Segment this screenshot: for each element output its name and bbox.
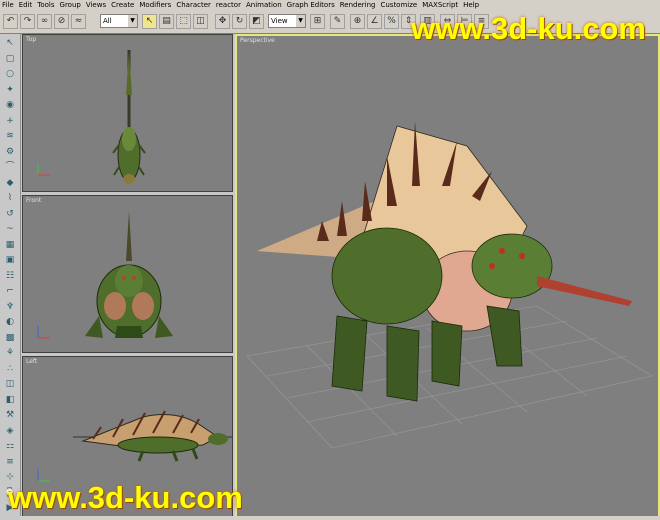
render-icon[interactable]: ◫ xyxy=(3,378,17,391)
angle-snap-icon[interactable]: ∠ xyxy=(367,14,382,29)
reference-coord-dropdown[interactable]: View ▼ xyxy=(268,14,306,28)
select-by-name-icon[interactable]: ▤ xyxy=(159,14,174,29)
modifier-icon[interactable]: ◆ xyxy=(3,177,17,190)
particle-icon[interactable]: ∴ xyxy=(3,363,17,376)
system-icon[interactable]: ⚙ xyxy=(3,146,17,159)
axis-gizmo xyxy=(37,163,50,176)
menu-item-help[interactable]: Help xyxy=(461,0,482,11)
skin-icon[interactable]: ☷ xyxy=(3,270,17,283)
menu-item-create[interactable]: Create xyxy=(109,0,137,11)
menu-item-views[interactable]: Views xyxy=(84,0,109,11)
select-icon[interactable]: ↖ xyxy=(3,37,17,50)
left-toolbar: ↖ ▢ ○ ✦ ◉ + ≋ ⚙ ⌒ ◆ ⌇ ↺ ~ ▦ ▣ ☷ ⌐ ♆ ◐ ▩ ⚘ ∴ ◫ ◧ ⚒ ◈ ⚏ ≡ ⊹ ⌚ ▶ xyxy=(0,34,21,520)
reference-coord-value: View xyxy=(271,17,288,25)
creature-front-view xyxy=(85,211,173,338)
helper-icon[interactable]: + xyxy=(3,115,17,128)
viewport-label[interactable]: Front xyxy=(26,197,41,204)
move-icon[interactable]: ✥ xyxy=(215,14,230,29)
region-select-icon[interactable]: ⬚ xyxy=(176,14,191,29)
twist-icon[interactable]: ↺ xyxy=(3,208,17,221)
bone-icon[interactable]: ⌐ xyxy=(3,285,17,298)
menu-item-tools[interactable]: Tools xyxy=(35,0,57,11)
viewport-label[interactable]: Left xyxy=(26,358,37,365)
morph-icon[interactable]: ◐ xyxy=(3,316,17,329)
viewport-front-canvas xyxy=(37,211,173,339)
undo-icon[interactable]: ↶ xyxy=(3,14,18,29)
menu-item-edit[interactable]: Edit xyxy=(17,0,36,11)
menu-item-group[interactable]: Group xyxy=(58,0,84,11)
uvw-icon[interactable]: ▣ xyxy=(3,254,17,267)
light-icon[interactable]: ✦ xyxy=(3,84,17,97)
menu-item-customize[interactable]: Customize xyxy=(378,0,420,11)
creature-perspective-view xyxy=(257,121,632,402)
utility-icon[interactable]: ⚒ xyxy=(3,409,17,422)
menu-item-rendering[interactable]: Rendering xyxy=(338,0,379,11)
motion-icon[interactable]: ◈ xyxy=(3,425,17,438)
viewport-label[interactable]: Top xyxy=(26,36,36,43)
menu-item-maxscript[interactable]: MAXScript xyxy=(420,0,461,11)
viewport-label[interactable]: Perspective xyxy=(240,37,275,44)
link-icon[interactable]: ∞ xyxy=(37,14,52,29)
display-icon[interactable]: ◧ xyxy=(3,394,17,407)
snap-icon[interactable]: ⊕ xyxy=(350,14,365,29)
watermark: www.3d-ku.com xyxy=(8,480,243,515)
viewport-front[interactable]: Front xyxy=(22,195,233,353)
manipulate-icon[interactable]: ✎ xyxy=(330,14,345,29)
layer-icon[interactable]: ≡ xyxy=(3,456,17,469)
chevron-down-icon: ▼ xyxy=(296,15,305,27)
camera-icon[interactable]: ◉ xyxy=(3,99,17,112)
biped-icon[interactable]: ♆ xyxy=(3,301,17,314)
selection-filter-dropdown[interactable]: All ▼ xyxy=(100,14,138,28)
percent-snap-icon[interactable]: % xyxy=(384,14,399,29)
rotate-icon[interactable]: ↻ xyxy=(232,14,247,29)
space-warp-icon[interactable]: ≋ xyxy=(3,130,17,143)
ffd-icon[interactable]: ▦ xyxy=(3,239,17,252)
viewport-top[interactable]: Top xyxy=(22,34,233,192)
select-icon[interactable]: ↖ xyxy=(142,14,157,29)
viewport-perspective-canvas xyxy=(246,121,653,449)
box-icon[interactable]: ▢ xyxy=(3,53,17,66)
cloth-icon[interactable]: ▩ xyxy=(3,332,17,345)
axis-gizmo xyxy=(37,326,50,339)
creature-top-view xyxy=(112,50,146,184)
menu-item-character[interactable]: Character xyxy=(174,0,214,11)
watermark: www.3d-ku.com xyxy=(411,11,646,46)
chevron-down-icon: ▼ xyxy=(128,15,137,27)
bind-icon[interactable]: ≈ xyxy=(71,14,86,29)
window-crossing-icon[interactable]: ◫ xyxy=(193,14,208,29)
hair-icon[interactable]: ⚘ xyxy=(3,347,17,360)
selection-filter-value: All xyxy=(103,17,112,25)
menu-item-file[interactable]: File xyxy=(0,0,17,11)
shape-icon[interactable]: ⌒ xyxy=(3,161,17,174)
pivot-icon[interactable]: ⊞ xyxy=(310,14,325,29)
menu-item-reactor[interactable]: reactor xyxy=(214,0,244,11)
viewport-perspective[interactable]: Perspective xyxy=(235,34,660,518)
menu-item-modifiers[interactable]: Modifiers xyxy=(137,0,174,11)
hierarchy-icon[interactable]: ⚏ xyxy=(3,440,17,453)
menu-bar: File Edit Tools Group Views Create Modifiers Ch… xyxy=(0,0,660,11)
viewport-top-canvas xyxy=(37,50,146,184)
creature-left-view xyxy=(73,410,232,462)
sphere-icon[interactable]: ○ xyxy=(3,68,17,81)
bend-icon[interactable]: ⌇ xyxy=(3,192,17,205)
status-bar xyxy=(20,516,660,520)
menu-item-graph-editors[interactable]: Graph Editors xyxy=(285,0,338,11)
redo-icon[interactable]: ↷ xyxy=(20,14,35,29)
unlink-icon[interactable]: ⊘ xyxy=(54,14,69,29)
menu-item-animation[interactable]: Animation xyxy=(244,0,285,11)
scale-icon[interactable]: ◩ xyxy=(249,14,264,29)
noise-icon[interactable]: ~ xyxy=(3,223,17,236)
